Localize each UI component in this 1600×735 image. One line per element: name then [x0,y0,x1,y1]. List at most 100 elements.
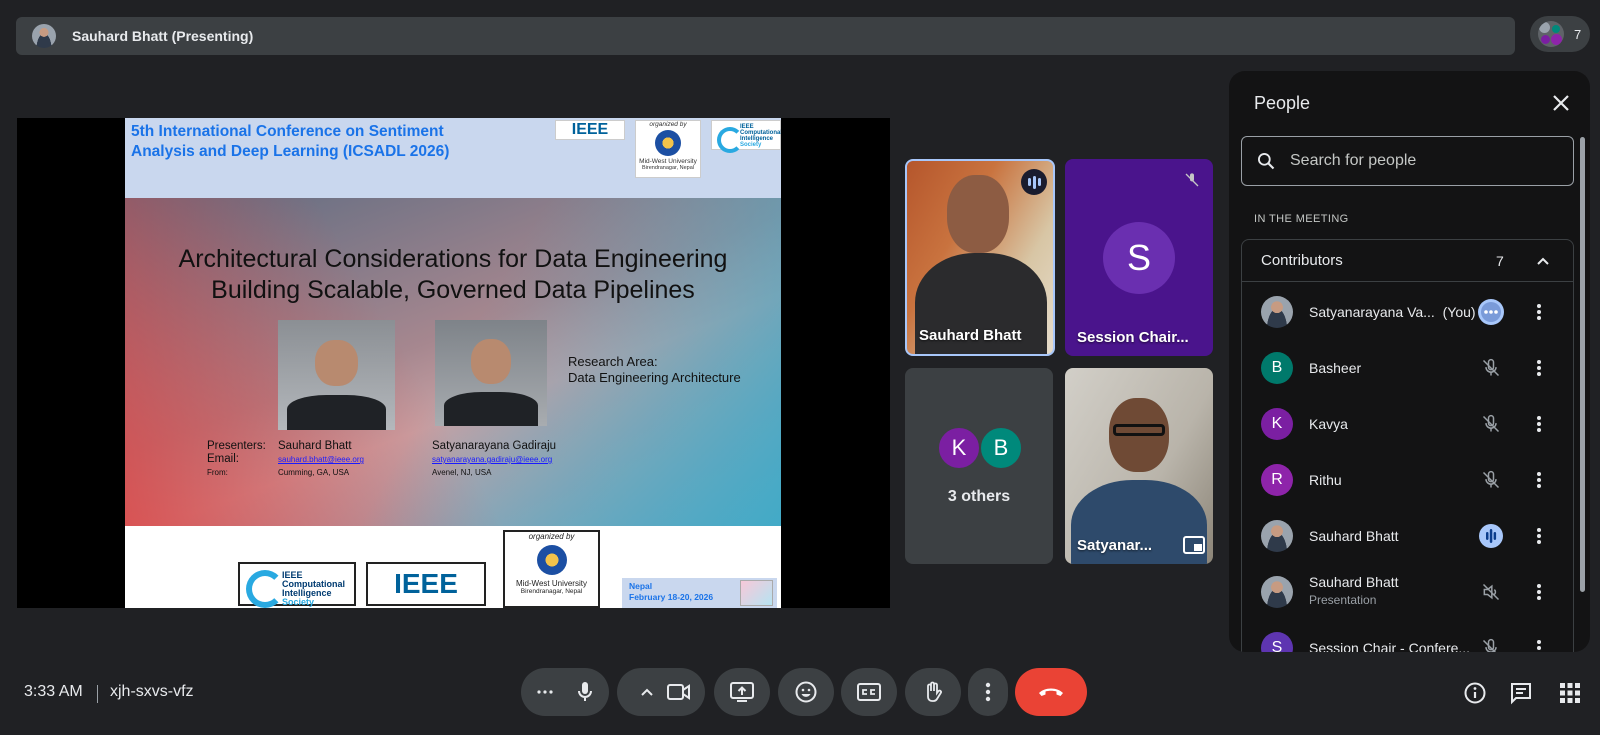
participant-row[interactable]: K Kavya [1242,396,1575,452]
present-screen-icon [730,682,754,702]
footer-event-info: Nepal February 18-20, 2026 [622,578,777,608]
chat-button[interactable] [1508,680,1534,706]
mic-off-icon [1477,354,1505,382]
university-seal-icon [655,130,681,156]
contributors-count: 7 [1496,252,1504,269]
footer-mwu-location: Birendranagar, Nepal [520,588,583,595]
participant-avatar: R [1261,464,1293,496]
more-options-icon[interactable] [1529,638,1549,652]
more-options-button[interactable] [968,668,1008,716]
raise-hand-icon [927,681,942,702]
organized-by-label: organized by [649,121,687,128]
chat-icon [1511,683,1531,705]
microphone-icon[interactable] [573,680,597,704]
reactions-button[interactable] [778,668,834,716]
search-input[interactable] [1290,152,1550,170]
cis-line4: Society [740,142,762,148]
mwu-name: Mid-West University [639,158,697,165]
conference-title-line1: 5th International Conference on Sentimen… [131,123,444,140]
video-tile-sauhard[interactable]: Sauhard Bhatt [905,159,1055,356]
apps-grid-icon [1560,683,1580,703]
conference-title-line2: Analysis and Deep Learning (ICSADL 2026) [131,143,450,160]
participant-row[interactable]: R Rithu [1242,452,1575,508]
presenter2-email: satyanarayana.gadiraju@ieee.org [432,455,553,464]
contributors-label: Contributors [1261,252,1343,269]
research-area: Research Area: Data Engineering Architec… [568,354,741,386]
research-value: Data Engineering Architecture [568,370,741,385]
participant-glasses [1113,424,1165,436]
slide-footer: IEEE Computational Intelligence Society … [125,526,781,608]
footer-cis-line4: Society [282,597,315,607]
meeting-details-button[interactable] [1462,680,1488,706]
more-options-icon[interactable] [1529,302,1549,322]
participant-count-button[interactable]: 7 [1530,16,1590,52]
activities-button[interactable] [1557,680,1583,706]
tile-name: Session Chair... [1077,329,1189,346]
video-tile-others[interactable]: K B 3 others [905,368,1053,564]
participant-avatar: K [1261,408,1293,440]
audio-options-icon[interactable] [533,682,573,702]
participant-row[interactable]: B Basheer [1242,340,1575,396]
search-icon [1258,153,1275,170]
participant-row[interactable]: Sauhard Bhatt Presentation [1242,564,1575,620]
mic-off-icon [1477,466,1505,494]
participant-row[interactable]: S Session Chair - Confere... [1242,620,1575,652]
footer-cis-logo: IEEE Computational Intelligence Society [238,562,356,608]
presenter-avatar [32,24,56,48]
speaking-indicator-icon [1021,169,1047,195]
participant-row[interactable]: Sauhard Bhatt [1242,508,1575,564]
others-avatar-k: K [937,426,981,470]
participant-name: Sauhard Bhatt [1309,528,1399,544]
more-options-icon[interactable] [1529,414,1549,434]
close-icon[interactable] [1551,93,1571,113]
leave-call-button[interactable] [1015,668,1087,716]
more-options-icon[interactable] [1529,470,1549,490]
more-options-icon[interactable] [1529,582,1549,602]
hang-up-icon [1039,688,1063,696]
present-button[interactable] [714,668,770,716]
participant-name: Session Chair - Confere... [1309,640,1471,652]
chevron-up-icon[interactable] [1535,253,1551,269]
participant-name: Sauhard Bhatt [1309,574,1399,590]
participant-row[interactable]: Satyanarayana Va... (You) [1242,284,1575,340]
footer-organized-by: organized by [528,532,575,541]
presenter2-name: Satyanarayana Gadiraju [432,440,557,452]
meeting-time: 3:33 AM [24,683,83,700]
people-search[interactable] [1241,136,1574,186]
camera-icon[interactable] [666,681,692,703]
participant-avatar [1261,296,1293,328]
participant-name: Kavya [1309,416,1348,432]
captions-button[interactable] [841,668,897,716]
more-status-icon [1477,298,1505,326]
others-label: 3 others [947,488,1011,505]
video-tile-satyanarayana[interactable]: Satyanar... [1065,368,1213,564]
emoji-icon [795,681,817,703]
captions-icon [857,683,881,701]
people-scrollbar[interactable] [1580,137,1585,592]
raise-hand-button[interactable] [905,668,961,716]
presentation-stage[interactable]: 5th International Conference on Sentimen… [17,118,890,608]
picture-in-picture-icon[interactable] [1183,536,1205,554]
participant-avatar: B [1261,352,1293,384]
email-label: Email: [207,453,239,465]
mid-west-university-logo: organized by Mid-West University Birendr… [635,120,701,178]
people-panel-title: People [1254,93,1311,113]
participant-count: 7 [1574,26,1582,42]
chevron-up-icon[interactable] [630,682,666,702]
from-label: From: [207,468,228,477]
video-tile-session-chair[interactable]: S Session Chair... [1065,159,1213,356]
contributors-header[interactable]: Contributors 7 [1242,240,1573,282]
more-options-icon[interactable] [1529,526,1549,546]
more-options-icon[interactable] [1529,358,1549,378]
presenter1-info: Sauhard Bhatt sauhard.bhatt@ieee.org Cum… [278,440,364,479]
volume-off-icon [1477,578,1505,606]
participant-name: Rithu [1309,472,1342,488]
footer-university-seal-icon [536,545,567,575]
footer-ieee-text: IEEE [394,568,458,599]
research-label: Research Area: [568,354,658,369]
camera-control-group [617,668,705,716]
slide-header: 5th International Conference on Sentimen… [125,118,781,198]
meeting-code[interactable]: xjh-sxvs-vfz [110,683,194,701]
mic-off-icon [1477,634,1505,652]
participant-avatar [1261,576,1293,608]
